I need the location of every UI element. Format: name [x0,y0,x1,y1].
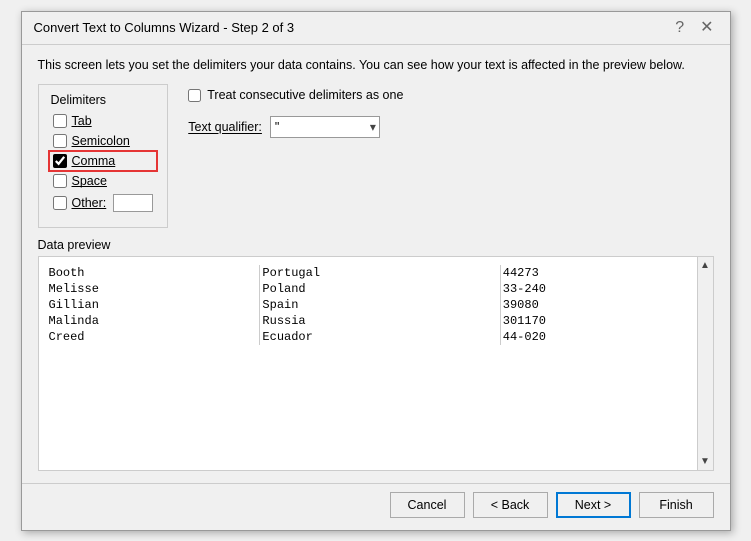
table-cell: 44-020 [500,329,688,345]
table-cell: Ecuador [260,329,500,345]
semicolon-checkbox[interactable] [53,134,67,148]
table-row: GillianSpain39080 [47,297,689,313]
table-row: CreedEcuador44-020 [47,329,689,345]
qualifier-select[interactable]: " ' {none} [270,116,380,138]
data-preview-section: Data preview BoothPortugal44273MelissePo… [38,238,714,471]
preview-table: BoothPortugal44273MelissePoland33-240Gil… [47,265,689,345]
table-cell: Spain [260,297,500,313]
tab-checkbox[interactable] [53,114,67,128]
preview-content[interactable]: BoothPortugal44273MelissePoland33-240Gil… [39,257,697,470]
close-button[interactable]: ✕ [696,20,717,36]
next-button[interactable]: Next > [556,492,631,518]
table-cell: 33-240 [500,281,688,297]
dialog-title: Convert Text to Columns Wizard - Step 2 … [34,20,295,35]
cancel-button[interactable]: Cancel [390,492,465,518]
title-bar-controls: ? ✕ [671,20,717,36]
dialog-body: This screen lets you set the delimiters … [22,45,730,483]
table-cell: Creed [47,329,260,345]
scroll-up-arrow[interactable]: ▲ [700,257,710,274]
delimiters-group: Delimiters Tab Semicolon Comma Space [38,84,169,228]
qualifier-label: Text qualifier: [188,120,262,134]
consecutive-checkbox[interactable] [188,89,201,102]
comma-row: Comma [51,153,156,169]
dialog: Convert Text to Columns Wizard - Step 2 … [21,11,731,531]
table-cell: Malinda [47,313,260,329]
consecutive-row: Treat consecutive delimiters as one [188,88,403,102]
delimiters-label: Delimiters [51,93,156,107]
table-cell: 44273 [500,265,688,281]
table-cell: Gillian [47,297,260,313]
description-text: This screen lets you set the delimiters … [38,57,714,75]
consecutive-label[interactable]: Treat consecutive delimiters as one [207,88,403,102]
semicolon-row: Semicolon [51,133,156,149]
tab-label[interactable]: Tab [72,114,92,128]
scroll-down-arrow[interactable]: ▼ [700,453,710,470]
qualifier-select-wrapper: " ' {none} [270,116,380,138]
space-label[interactable]: Space [72,174,107,188]
table-row: BoothPortugal44273 [47,265,689,281]
table-cell: Booth [47,265,260,281]
table-cell: Melisse [47,281,260,297]
dialog-footer: Cancel < Back Next > Finish [22,483,730,530]
other-label[interactable]: Other: [72,196,107,210]
preview-box: BoothPortugal44273MelissePoland33-240Gil… [38,256,714,471]
title-bar: Convert Text to Columns Wizard - Step 2 … [22,12,730,45]
table-cell: 39080 [500,297,688,313]
comma-checkbox[interactable] [53,154,67,168]
main-content: Delimiters Tab Semicolon Comma Space [38,84,714,228]
space-checkbox[interactable] [53,174,67,188]
space-row: Space [51,173,156,189]
table-cell: 301170 [500,313,688,329]
back-button[interactable]: < Back [473,492,548,518]
table-cell: Russia [260,313,500,329]
finish-button[interactable]: Finish [639,492,714,518]
right-options: Treat consecutive delimiters as one Text… [188,84,403,228]
vertical-scrollbar[interactable]: ▲ ▼ [697,257,713,470]
table-cell: Poland [260,281,500,297]
other-row: Other: [51,193,156,213]
table-row: MalindaRussia301170 [47,313,689,329]
comma-label[interactable]: Comma [72,154,116,168]
horizontal-scrollbar[interactable]: ◄ ► [39,470,713,471]
qualifier-row: Text qualifier: " ' {none} [188,116,403,138]
other-checkbox[interactable] [53,196,67,210]
table-cell: Portugal [260,265,500,281]
table-row: MelissePoland33-240 [47,281,689,297]
semicolon-label[interactable]: Semicolon [72,134,130,148]
preview-inner: BoothPortugal44273MelissePoland33-240Gil… [39,257,713,470]
other-input[interactable] [113,194,153,212]
help-button[interactable]: ? [671,20,688,36]
preview-label: Data preview [38,238,714,252]
tab-row: Tab [51,113,156,129]
